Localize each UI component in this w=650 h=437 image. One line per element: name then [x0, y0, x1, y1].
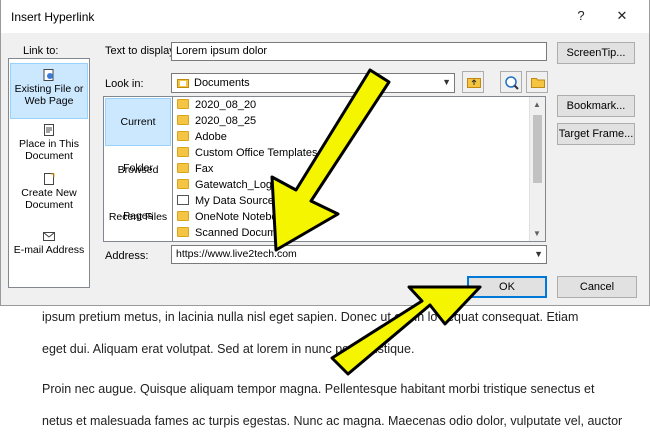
arrow-to-address-field	[270, 68, 391, 252]
arrow-to-ok-button	[330, 285, 482, 376]
annotation-arrows	[270, 68, 482, 376]
